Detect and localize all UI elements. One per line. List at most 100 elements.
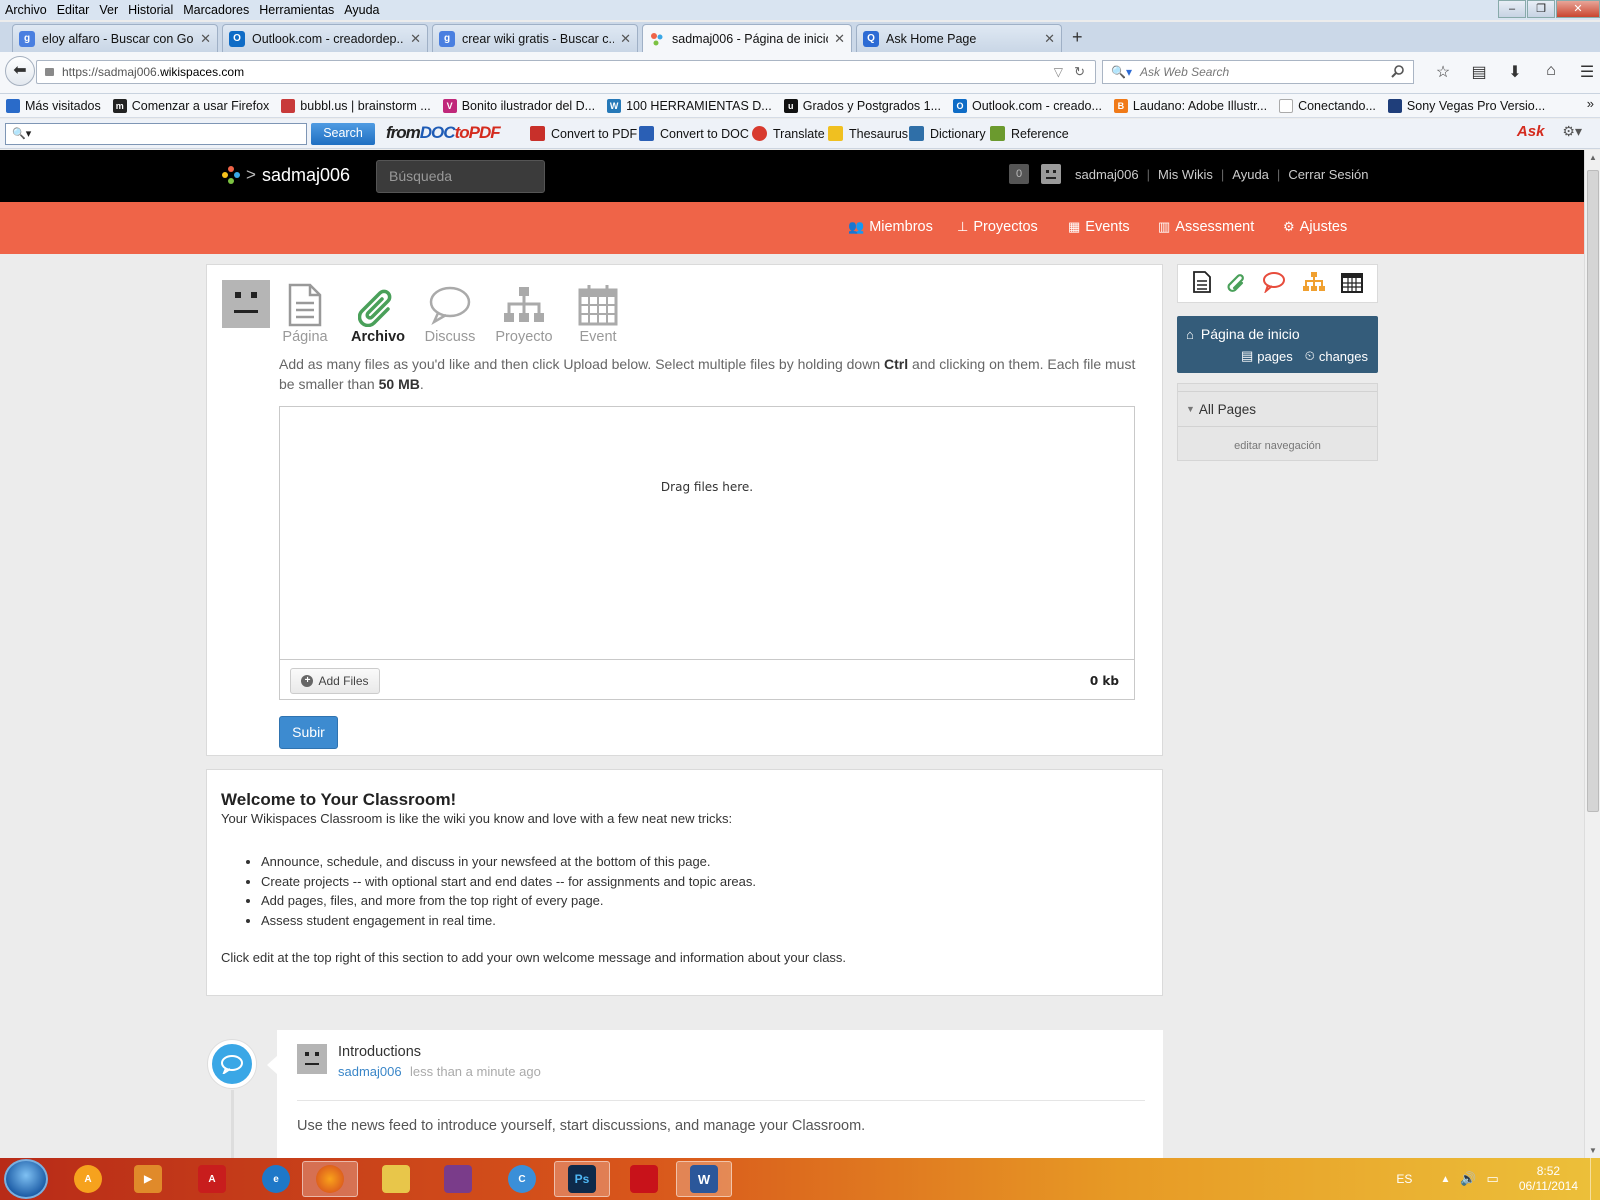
taskbar-app-word[interactable]: W [676,1161,732,1197]
tool-page[interactable]: Página [270,281,340,345]
menu-archivo[interactable]: Archivo [0,3,52,17]
menu-herramientas[interactable]: Herramientas [254,3,339,17]
tool-event[interactable]: Event [563,281,633,345]
network-icon[interactable]: ▭ [1487,1171,1499,1187]
nav-assessment[interactable]: ▥ Assessment [1158,219,1254,235]
reload-icon[interactable]: ↻ [1074,64,1085,80]
tab-wikispaces[interactable]: sadmaj006 - Página de inicio ✕ [642,24,852,53]
scrollbar-thumb[interactable] [1587,170,1599,812]
all-pages-toggle[interactable]: ▼ All Pages [1178,391,1377,427]
language-indicator[interactable]: ES [1396,1172,1412,1186]
taskbar-app[interactable]: ▶ [120,1161,176,1197]
volume-icon[interactable]: 🔊 [1460,1171,1476,1187]
tab-google-search-1[interactable]: g eloy alfaro - Buscar con Go... ✕ [12,24,218,52]
close-tab-icon[interactable]: ✕ [410,31,421,47]
taskbar-app[interactable] [430,1161,486,1197]
my-wikis-link[interactable]: Mis Wikis [1158,167,1213,182]
url-bar[interactable]: https://sadmaj006. wikispaces.com ▽ ↻ [36,60,1096,84]
project-sitemap-icon[interactable] [1302,271,1326,296]
post-author-link[interactable]: sadmaj006 [338,1064,402,1079]
search-icon[interactable] [1391,64,1405,81]
nav-projects[interactable]: ⊥ Proyectos [957,219,1038,235]
minimize-icon[interactable]: – [1498,0,1526,18]
close-tab-icon[interactable]: ✕ [834,31,845,47]
help-link[interactable]: Ayuda [1232,167,1269,182]
home-page-link[interactable]: ⌂ Página de inicio [1186,326,1300,342]
new-page-icon[interactable] [1192,271,1212,296]
thesaurus-button[interactable]: Thesaurus [828,126,908,141]
user-name-link[interactable]: sadmaj006 [1075,167,1139,182]
close-window-icon[interactable]: ✕ [1556,0,1600,18]
convert-to-doc-button[interactable]: Convert to DOC [639,126,749,141]
show-desktop-button[interactable] [1590,1158,1600,1200]
tool-project[interactable]: Proyecto [489,281,559,345]
nav-members[interactable]: 👥 Miembros [848,219,933,235]
search-engine-icon[interactable]: 🔍▾ [1111,65,1132,79]
translate-button[interactable]: Translate [752,126,825,141]
close-tab-icon[interactable]: ✕ [1044,31,1055,47]
restore-icon[interactable]: ❐ [1527,0,1555,18]
home-icon[interactable]: ⌂ [1533,62,1569,82]
close-tab-icon[interactable]: ✕ [200,31,211,47]
wiki-search-input[interactable]: Búsqueda [376,160,545,193]
dictionary-button[interactable]: Dictionary [909,126,986,141]
menu-editar[interactable]: Editar [52,3,95,17]
taskbar-app[interactable] [616,1161,672,1197]
pages-link[interactable]: pages [1257,349,1292,364]
new-tab-icon[interactable]: + [1072,27,1083,48]
ask-options-icon[interactable]: ⚙▾ [1562,123,1582,140]
bookmark-item[interactable]: bubbl.us | brainstorm ... [281,98,431,113]
user-avatar-icon[interactable] [1041,164,1061,184]
tab-google-search-2[interactable]: g crear wiki gratis - Buscar c... ✕ [432,24,638,52]
event-calendar-icon[interactable] [1341,271,1364,296]
ask-logo[interactable]: Ask [1517,123,1545,140]
discussion-icon[interactable] [1262,271,1286,296]
scroll-down-icon[interactable]: ▼ [1585,1146,1600,1155]
menu-ver[interactable]: Ver [94,3,123,17]
menu-marcadores[interactable]: Marcadores [178,3,254,17]
taskbar-app[interactable]: C [494,1161,550,1197]
tool-file[interactable]: Archivo [343,281,413,345]
bookmark-item[interactable]: Sony Vegas Pro Versio... [1387,98,1545,113]
logout-link[interactable]: Cerrar Sesión [1288,167,1368,182]
changes-link[interactable]: changes [1319,349,1368,364]
bookmark-item[interactable]: W 100 HERRAMIENTAS D... [607,98,772,113]
bookmark-star-icon[interactable]: ☆ [1425,62,1461,82]
taskbar-app[interactable] [368,1161,424,1197]
menu-ayuda[interactable]: Ayuda [339,3,384,17]
scroll-up-icon[interactable]: ▲ [1585,153,1600,162]
post-title[interactable]: Introductions [338,1044,421,1060]
taskbar-app[interactable]: e [248,1161,304,1197]
ask-search-input[interactable]: 🔍▾ [5,123,307,145]
history-dropdown-icon[interactable]: ▽ [1054,65,1063,79]
bookmark-item[interactable]: u Grados y Postgrados 1... [783,98,941,113]
start-button[interactable] [4,1159,48,1199]
edit-navigation-link[interactable]: editar navegación [1178,440,1377,452]
bookmark-item[interactable]: O Outlook.com - creado... [953,98,1102,113]
taskbar-app-firefox[interactable] [302,1161,358,1197]
download-icon[interactable]: ⬇ [1497,62,1533,82]
nav-events[interactable]: ▦ Events [1068,219,1130,235]
close-tab-icon[interactable]: ✕ [620,31,631,47]
ask-search-button[interactable]: Search [311,123,375,145]
bookmarks-overflow-icon[interactable]: » [1587,96,1594,111]
convert-to-pdf-button[interactable]: Convert to PDF [530,126,637,141]
taskbar-app-photoshop[interactable]: Ps [554,1161,610,1197]
notification-count-badge[interactable]: 0 [1009,164,1029,184]
show-hidden-icons-icon[interactable]: ▲ [1440,1174,1450,1185]
clock[interactable]: 8:52 06/11/2014 [1519,1164,1578,1194]
tab-ask-home[interactable]: Q Ask Home Page ✕ [856,24,1062,52]
back-arrow-icon[interactable]: ⬅ [5,56,35,86]
taskbar-app[interactable]: A [60,1161,116,1197]
page-scrollbar[interactable]: ▲ ▼ [1584,150,1600,1158]
upload-submit-button[interactable]: Subir [279,716,338,749]
bookmark-item[interactable]: Más visitados [6,98,101,113]
tab-outlook[interactable]: O Outlook.com - creadordep... ✕ [222,24,428,52]
file-drop-zone[interactable]: Drag files here. + Add Files 0 kb [279,406,1135,700]
reading-list-icon[interactable]: ▤ [1461,62,1497,82]
add-files-button[interactable]: + Add Files [290,668,380,694]
wiki-brand[interactable]: > sadmaj006 [220,164,350,186]
attach-file-icon[interactable] [1227,271,1247,296]
taskbar-app[interactable]: A [184,1161,240,1197]
nav-settings[interactable]: ⚙ Ajustes [1283,219,1347,235]
